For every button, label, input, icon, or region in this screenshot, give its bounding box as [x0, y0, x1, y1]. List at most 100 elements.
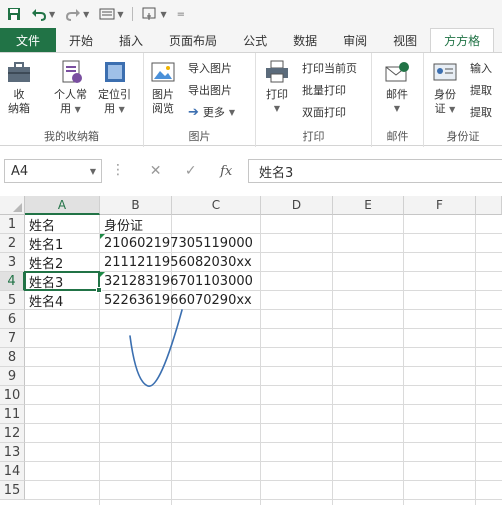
column-header-b[interactable]: B: [100, 196, 172, 215]
more-button[interactable]: ➔ 更多 ▼: [188, 103, 235, 121]
row-header-3[interactable]: 3: [0, 253, 25, 272]
enter-icon[interactable]: ✓: [185, 163, 197, 179]
cell-a5[interactable]: 姓名4: [25, 291, 100, 310]
touch-mode-icon[interactable]: ▼: [139, 5, 169, 23]
cell-a2[interactable]: 姓名1: [25, 234, 100, 253]
id-input-button[interactable]: 输入: [470, 59, 492, 77]
touch-dropdown-icon[interactable]: ▼: [160, 10, 166, 19]
chevron-down-icon[interactable]: ▼: [90, 167, 96, 176]
export-image-button[interactable]: 导出图片: [188, 81, 232, 99]
name-box[interactable]: A4 ▼: [4, 159, 102, 183]
redo-dropdown-icon[interactable]: ▼: [83, 10, 89, 19]
cell-b2[interactable]: 210602197305119000: [100, 234, 253, 253]
formula-input[interactable]: 姓名3: [248, 159, 502, 183]
locate-reference-icon: [102, 59, 128, 85]
personal-common-button[interactable]: 个人常 用 ▼: [54, 59, 87, 117]
collect-button-label-1: 收: [13, 88, 25, 101]
row-header-11[interactable]: 11: [0, 405, 25, 424]
form-icon[interactable]: ▼: [96, 5, 126, 23]
column-header-a[interactable]: A: [25, 196, 100, 215]
active-cell-selection: [24, 271, 102, 293]
row-header-5[interactable]: 5: [0, 291, 25, 310]
image-browse-button[interactable]: 图片 阅览: [150, 59, 176, 116]
redo-icon[interactable]: ▼: [62, 5, 92, 23]
cell-b1[interactable]: 身份证: [100, 215, 172, 234]
chevron-down-icon: ▼: [273, 104, 281, 113]
id-extract-button-2[interactable]: 提取: [470, 103, 492, 121]
tab-data[interactable]: 数据: [280, 28, 330, 52]
row-header-4[interactable]: 4: [0, 272, 25, 291]
error-indicator-icon[interactable]: [100, 272, 105, 277]
toolbox-icon: [6, 59, 32, 85]
id-card-button[interactable]: 身份 证 ▼: [432, 59, 458, 117]
row-header-7[interactable]: 7: [0, 329, 25, 348]
row-header-2[interactable]: 2: [0, 234, 25, 253]
form-dropdown-icon[interactable]: ▼: [117, 10, 123, 19]
cell-a3[interactable]: 姓名2: [25, 253, 100, 272]
mail-button[interactable]: 邮件 ▼: [384, 59, 410, 116]
group-print: 打印 ▼ 打印当前页 批量打印 双面打印 打印: [256, 53, 372, 147]
gridline-horizontal: [25, 442, 502, 443]
print-current-page-button[interactable]: 打印当前页: [302, 59, 357, 77]
annotation-stroke: [129, 309, 183, 387]
print-label: 打印: [266, 88, 288, 101]
tab-page-layout[interactable]: 页面布局: [156, 28, 230, 52]
mail-label: 邮件: [386, 88, 408, 101]
ribbon: 收 纳箱 个人常 用 ▼ 定位引 用 ▼ 我的收纳箱 图片 阅览 导入图片 导出…: [0, 52, 502, 147]
spreadsheet-grid: A B C D E F 1 2 3 4 5 6 7 8 9 10 11 12 13 14 15 姓名 身份证 姓名1 21060…: [0, 196, 502, 505]
row-header-14[interactable]: 14: [0, 462, 25, 481]
more-label: 更多: [202, 106, 225, 119]
personal-common-label-2: 用 ▼: [60, 102, 81, 117]
insert-function-icon[interactable]: fx: [220, 164, 232, 179]
cancel-icon[interactable]: ✕: [150, 163, 162, 179]
column-header-e[interactable]: E: [333, 196, 404, 215]
group-collection: 收 纳箱 个人常 用 ▼ 定位引 用 ▼ 我的收纳箱: [0, 53, 144, 147]
row-header-12[interactable]: 12: [0, 424, 25, 443]
row-header-13[interactable]: 13: [0, 443, 25, 462]
row-header-8[interactable]: 8: [0, 348, 25, 367]
column-header-g[interactable]: [476, 196, 502, 215]
cell-b4[interactable]: 321283196701103000: [100, 272, 253, 291]
id-extract-button-1[interactable]: 提取: [470, 81, 492, 99]
error-indicator-icon[interactable]: [100, 234, 105, 239]
tab-review[interactable]: 审阅: [330, 28, 380, 52]
cell-a1[interactable]: 姓名: [25, 215, 100, 234]
more-options-icon[interactable]: ⋮: [111, 162, 125, 178]
gridline-horizontal: [25, 423, 502, 424]
batch-print-button[interactable]: 批量打印: [302, 81, 346, 99]
collect-button[interactable]: 收 纳箱: [6, 59, 32, 116]
ribbon-tabs: 文件 开始 插入 页面布局 公式 数据 审阅 视图 方方格: [0, 28, 502, 52]
tab-file[interactable]: 文件: [0, 28, 57, 52]
gridline-horizontal: [25, 404, 502, 405]
tab-fangfange[interactable]: 方方格: [430, 28, 495, 52]
id-extract-label-2: 提取: [470, 106, 492, 119]
group-image-label: 图片: [188, 130, 211, 143]
select-all-corner[interactable]: [0, 196, 25, 215]
save-icon[interactable]: [4, 5, 24, 23]
print-button[interactable]: 打印 ▼: [264, 59, 290, 116]
import-image-button[interactable]: 导入图片: [188, 59, 232, 77]
collect-button-label-2: 纳箱: [8, 102, 30, 115]
row-header-9[interactable]: 9: [0, 367, 25, 386]
tab-insert[interactable]: 插入: [106, 28, 156, 52]
row-header-10[interactable]: 10: [0, 386, 25, 405]
undo-icon[interactable]: ▼: [28, 5, 58, 23]
customize-qat-icon[interactable]: =: [174, 5, 188, 23]
tab-formulas[interactable]: 公式: [230, 28, 280, 52]
printer-icon: [264, 59, 290, 85]
row-header-1[interactable]: 1: [0, 215, 25, 234]
cell-b3[interactable]: 2111211956082030xx: [100, 253, 252, 272]
row-header-15[interactable]: 15: [0, 481, 25, 500]
tab-home[interactable]: 开始: [56, 28, 106, 52]
fill-handle[interactable]: [96, 287, 102, 293]
column-header-d[interactable]: D: [261, 196, 333, 215]
locate-reference-button[interactable]: 定位引 用 ▼: [98, 59, 131, 117]
tab-view[interactable]: 视图: [380, 28, 430, 52]
chevron-down-icon: ▼: [74, 105, 81, 114]
quick-access-toolbar: ▼ ▼ ▼ ▼ =: [0, 0, 502, 28]
row-header-6[interactable]: 6: [0, 310, 25, 329]
column-header-c[interactable]: C: [172, 196, 261, 215]
duplex-print-button[interactable]: 双面打印: [302, 103, 346, 121]
column-header-f[interactable]: F: [404, 196, 476, 215]
undo-dropdown-icon[interactable]: ▼: [49, 10, 55, 19]
